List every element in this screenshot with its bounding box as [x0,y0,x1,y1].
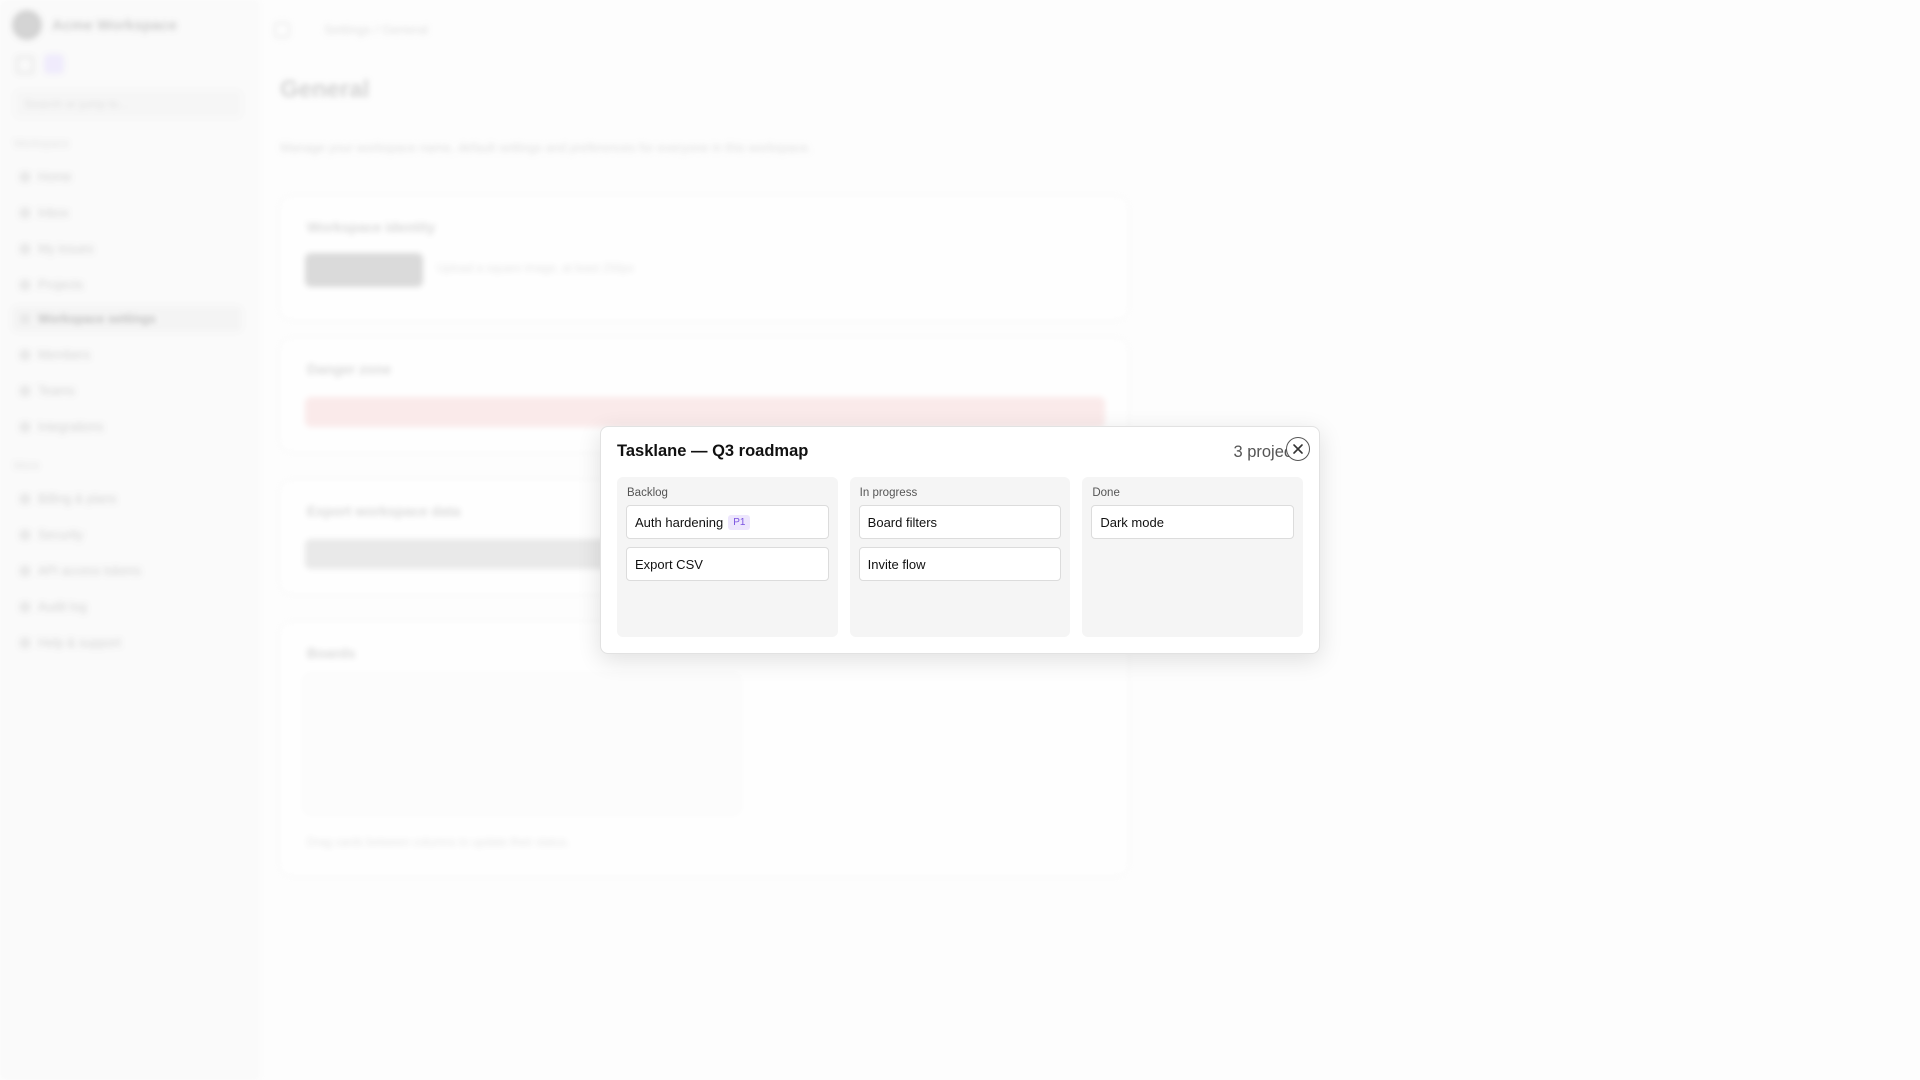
column-title: Done [1092,487,1120,499]
task-title: Dark mode [1100,514,1164,530]
close-button[interactable] [1286,437,1310,461]
task-title: Board filters [867,514,938,530]
kanban-board: Backlog Auth hardening P1 Export CSV In … [617,477,1304,637]
task-card[interactable]: Dark mode [1091,505,1295,539]
task-title: Invite flow [867,556,926,572]
task-card[interactable]: Export CSV [626,547,829,581]
task-title: Auth hardening [635,514,724,530]
task-title: Export CSV [635,556,703,572]
close-icon [1293,444,1303,454]
column-done: Done Dark mode [1082,477,1304,637]
dialog-title: Tasklane — Q3 roadmap [617,442,809,460]
board-dialog: Tasklane — Q3 roadmap 3 projects Backlog… [600,426,1320,654]
task-card[interactable]: Invite flow [858,547,1062,581]
column-title: In progress [859,487,918,499]
task-card[interactable]: Auth hardening P1 [626,505,829,539]
column-backlog: Backlog Auth hardening P1 Export CSV [617,477,838,637]
task-card[interactable]: Board filters [858,505,1062,539]
column-title: Backlog [627,487,668,499]
column-in-progress: In progress Board filters Invite flow [849,477,1071,637]
priority-badge: P1 [728,514,751,530]
